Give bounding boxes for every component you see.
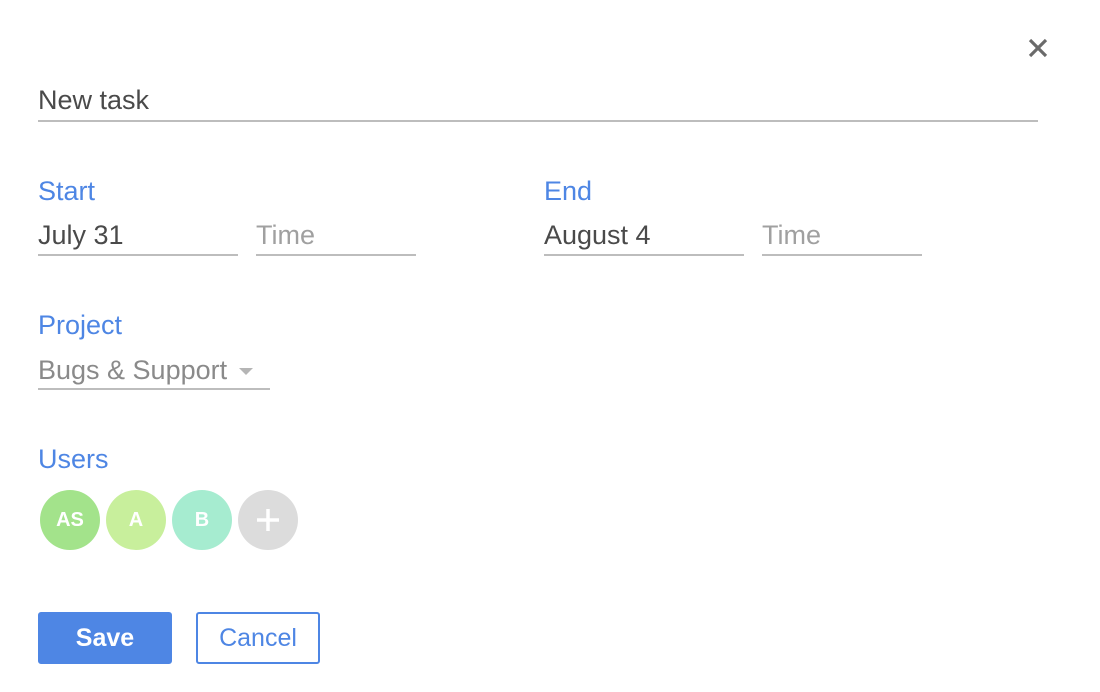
- add-user-button[interactable]: [238, 490, 298, 550]
- start-date-field: [38, 218, 238, 256]
- project-selected-value: Bugs & Support: [38, 355, 228, 385]
- users-label: Users: [38, 444, 109, 474]
- avatar[interactable]: A: [106, 490, 166, 550]
- project-select[interactable]: Bugs & Support: [38, 352, 270, 390]
- task-title-field: [38, 82, 1038, 122]
- end-time-field: [762, 218, 922, 256]
- save-button[interactable]: Save: [38, 612, 172, 664]
- start-label: Start: [38, 176, 96, 206]
- new-task-dialog: Start End Project Bugs & Support Users A…: [0, 0, 1100, 692]
- cancel-button[interactable]: Cancel: [196, 612, 320, 664]
- avatar-initials: B: [194, 508, 210, 531]
- save-button-label: Save: [75, 623, 135, 652]
- close-button[interactable]: [1024, 34, 1052, 62]
- start-time-input[interactable]: [256, 218, 416, 252]
- end-label: End: [544, 176, 593, 206]
- caret-down-icon: [239, 367, 254, 375]
- avatar-initials: A: [128, 508, 144, 531]
- plus-icon: [257, 509, 279, 531]
- user-avatars: AS A B: [40, 490, 298, 550]
- cancel-button-label: Cancel: [219, 623, 297, 652]
- avatar-initials: AS: [56, 508, 84, 531]
- avatar[interactable]: AS: [40, 490, 100, 550]
- end-time-input[interactable]: [762, 218, 922, 252]
- start-time-field: [256, 218, 416, 256]
- start-date-input[interactable]: [38, 218, 238, 252]
- close-icon: [1028, 38, 1048, 58]
- avatar[interactable]: B: [172, 490, 232, 550]
- task-title-input[interactable]: [38, 82, 1038, 118]
- end-date-input[interactable]: [544, 218, 744, 252]
- project-label: Project: [38, 310, 123, 340]
- end-date-field: [544, 218, 744, 256]
